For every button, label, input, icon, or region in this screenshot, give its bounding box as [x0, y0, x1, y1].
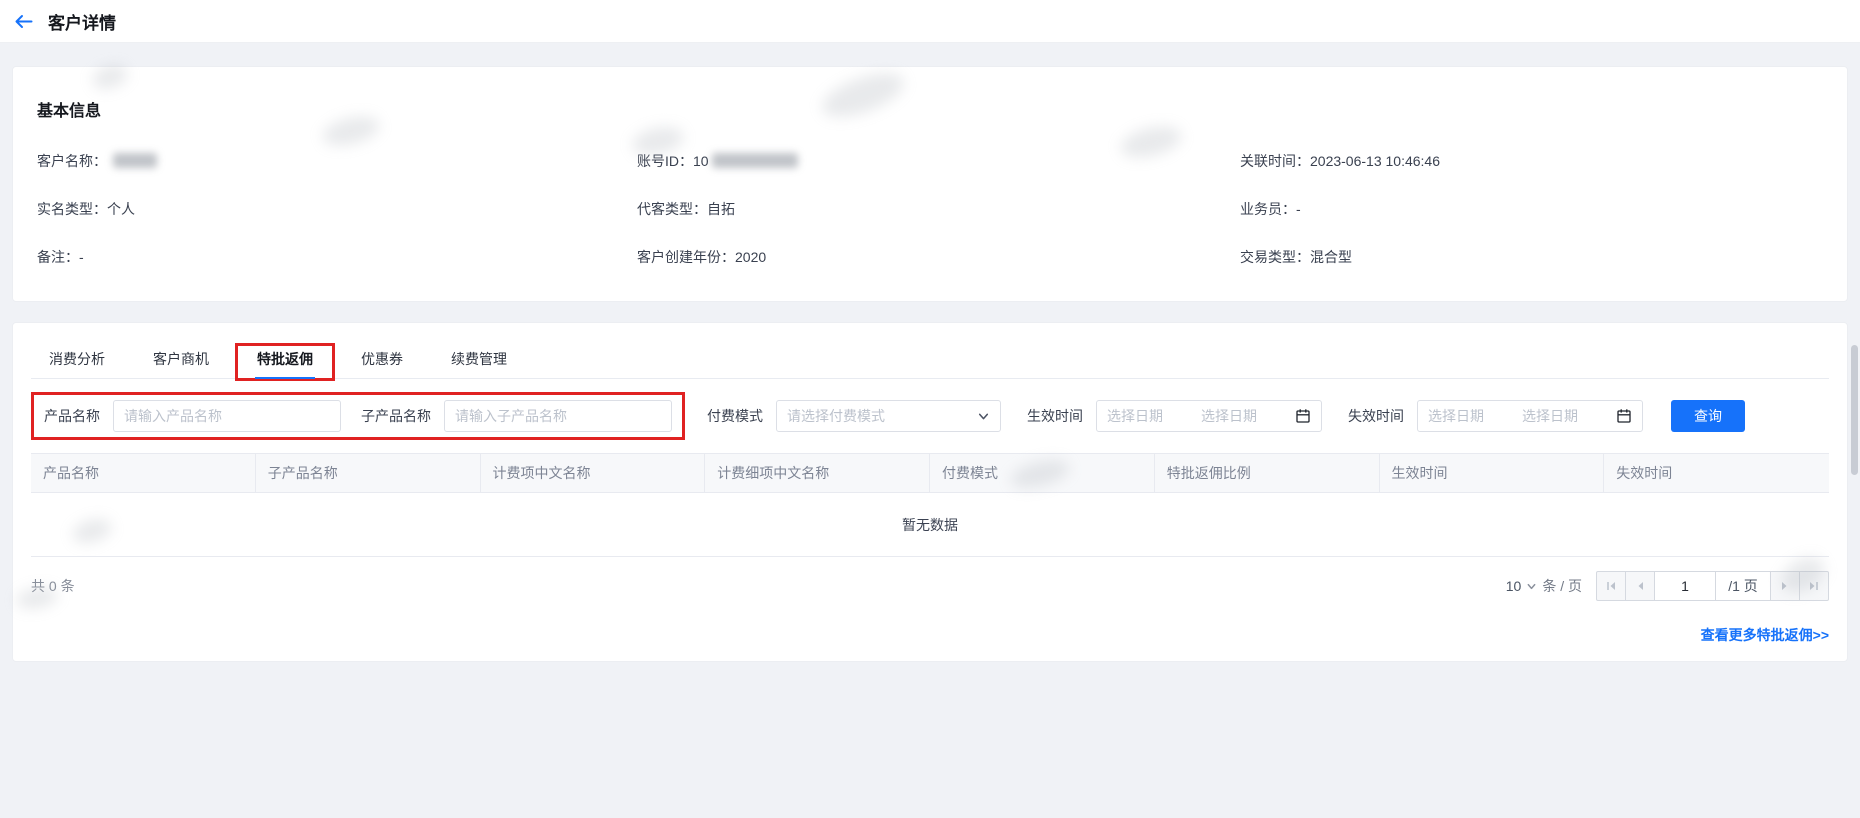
- tab-bar: 消费分析 客户商机 特批返佣 优惠券 续费管理: [31, 323, 1829, 381]
- total-count: 共 0 条: [31, 578, 75, 594]
- filter-sub-product-name: 子产品名称: [361, 400, 672, 432]
- page-size-select[interactable]: 10 条 / 页: [1506, 576, 1582, 596]
- field-agent-type: 代客类型：自拓: [637, 201, 735, 217]
- pagination: 10 条 / 页 /1 页: [1506, 571, 1829, 601]
- col-sub-product-name: 子产品名称: [256, 454, 481, 492]
- col-product-name: 产品名称: [31, 454, 256, 492]
- filter-pay-mode: 付费模式 请选择付费模式: [707, 400, 1001, 432]
- col-rebate-ratio: 特批返佣比例: [1155, 454, 1380, 492]
- expire-time-label: 失效时间: [1348, 408, 1404, 424]
- tab-consumption-analysis[interactable]: 消费分析: [47, 349, 107, 378]
- filter-effective-time: 生效时间 选择日期 选择日期: [1027, 400, 1322, 432]
- field-associate-time: 关联时间：2023-06-13 10:46:46: [1240, 153, 1440, 169]
- redacted-value: [711, 153, 798, 168]
- table-footer: 共 0 条 10 条 / 页 /1 页: [31, 571, 1829, 601]
- col-billing-item: 计费项中文名称: [481, 454, 706, 492]
- pay-mode-label: 付费模式: [707, 408, 763, 424]
- pay-mode-select[interactable]: 请选择付费模式: [776, 400, 1001, 432]
- effective-time-daterange[interactable]: 选择日期 选择日期: [1096, 400, 1322, 432]
- back-arrow-icon[interactable]: [14, 14, 33, 29]
- table-empty-state: 暂无数据: [31, 493, 1829, 557]
- tab-special-rebate[interactable]: 特批返佣: [235, 343, 335, 381]
- next-page-icon[interactable]: [1770, 571, 1800, 601]
- product-name-input[interactable]: [113, 400, 341, 432]
- sub-product-name-input[interactable]: [444, 400, 672, 432]
- field-account-id: 账号ID：10: [637, 151, 1240, 171]
- page-count: /1 页: [1715, 571, 1771, 601]
- last-page-icon[interactable]: [1799, 571, 1829, 601]
- field-salesman: 业务员：-: [1240, 201, 1301, 217]
- field-remark: 备注：-: [37, 249, 84, 265]
- basic-info-grid: 客户名称： 账号ID：10 关联时间：2023-06-13 10:46:46 实…: [37, 151, 1823, 267]
- col-expire-time: 失效时间: [1616, 465, 1673, 481]
- search-button[interactable]: 查询: [1671, 400, 1745, 432]
- detail-card: 消费分析 客户商机 特批返佣 优惠券 续费管理 产品名称 子产品名称: [12, 322, 1848, 662]
- basic-info-card: 基本信息 客户名称： 账号ID：10 关联时间：2023-06-13 10:46…: [12, 66, 1848, 302]
- chevron-down-icon: [977, 410, 990, 423]
- first-page-icon[interactable]: [1596, 571, 1626, 601]
- expire-time-daterange[interactable]: 选择日期 选择日期: [1417, 400, 1643, 432]
- view-more-rebates-link[interactable]: 查看更多特批返佣>>: [1701, 627, 1829, 643]
- effective-time-label: 生效时间: [1027, 408, 1083, 424]
- top-bar: 客户详情: [0, 0, 1860, 43]
- rebate-table: 产品名称 子产品名称 计费项中文名称 计费细项中文名称 付费模式 特批返佣比例 …: [31, 453, 1829, 557]
- col-pay-mode: 付费模式: [930, 454, 1155, 492]
- vertical-scrollbar[interactable]: [1851, 345, 1858, 475]
- tab-renewal-management[interactable]: 续费管理: [449, 349, 509, 378]
- prev-page-icon[interactable]: [1625, 571, 1655, 601]
- chevron-down-icon: [1526, 581, 1537, 592]
- filter-product-name: 产品名称: [44, 400, 341, 432]
- col-effective-time: 生效时间: [1380, 454, 1605, 492]
- filter-bar: 产品名称 子产品名称 付费模式 请选择付费模式 生: [31, 392, 1829, 440]
- col-billing-subitem: 计费细项中文名称: [705, 454, 930, 492]
- sub-product-name-label: 子产品名称: [361, 408, 431, 424]
- tab-customer-opportunity[interactable]: 客户商机: [151, 349, 211, 378]
- tab-coupon[interactable]: 优惠券: [359, 349, 405, 378]
- field-customer-name: 客户名称：: [37, 151, 637, 171]
- table-header-row: 产品名称 子产品名称 计费项中文名称 计费细项中文名称 付费模式 特批返佣比例 …: [31, 453, 1829, 493]
- calendar-icon: [1295, 408, 1311, 424]
- page-number-input[interactable]: [1654, 571, 1716, 601]
- redacted-value: [113, 153, 157, 168]
- field-create-year: 客户创建年份：2020: [637, 249, 767, 265]
- filter-expire-time: 失效时间 选择日期 选择日期: [1348, 400, 1643, 432]
- field-realname-type: 实名类型：个人: [37, 201, 135, 217]
- annotation-box-filters: 产品名称 子产品名称: [31, 392, 685, 440]
- page-title: 客户详情: [48, 13, 116, 33]
- pager: /1 页: [1596, 571, 1829, 601]
- basic-info-title: 基本信息: [37, 103, 102, 120]
- calendar-icon: [1616, 408, 1632, 424]
- field-trade-type: 交易类型：混合型: [1240, 249, 1352, 265]
- product-name-label: 产品名称: [44, 408, 100, 424]
- more-link-row: 查看更多特批返佣>>: [31, 625, 1829, 645]
